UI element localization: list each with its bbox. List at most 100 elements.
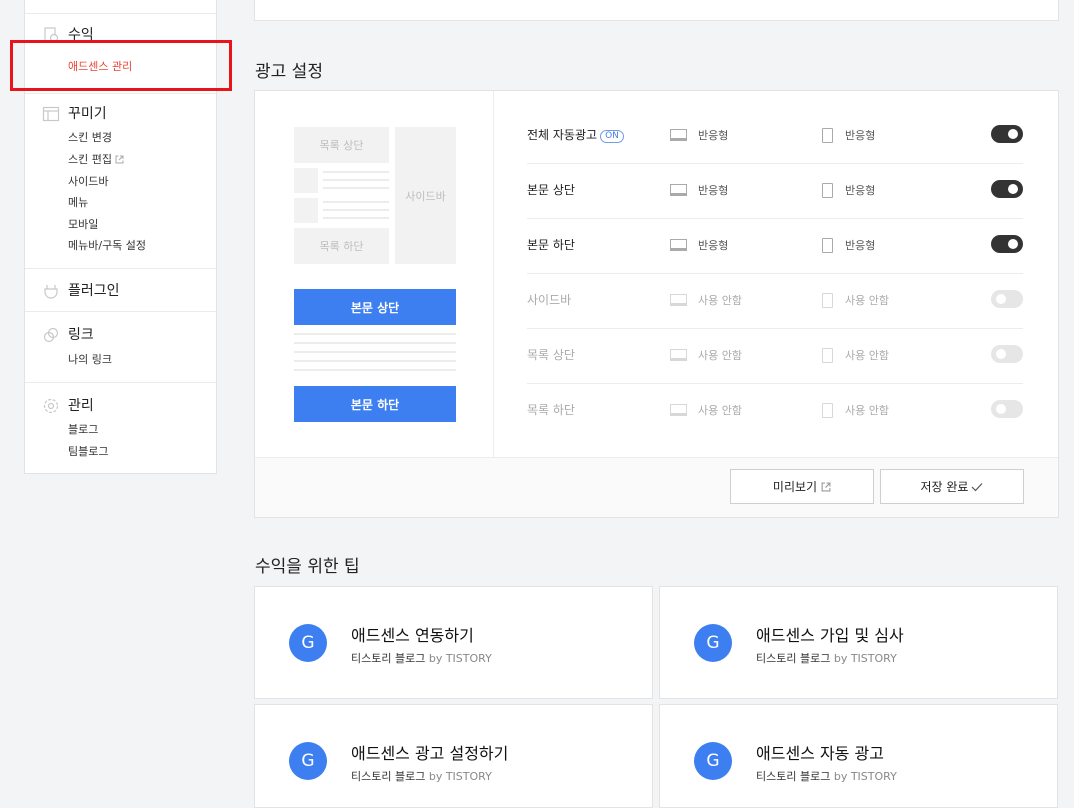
sidebar-section-decorate[interactable]: 꾸미기 [68,103,107,123]
tips-title: 수익을 위한 팁 [255,557,360,577]
sidebar-item-sidebar[interactable]: 사이드바 [68,173,108,189]
ad-row-label: 목록 상단 [527,348,575,362]
tip-card[interactable]: G 애드센스 연동하기 티스토리 블로그 by TISTORY [254,586,653,699]
save-button[interactable]: 저장 완료 [880,469,1024,504]
preview-line [323,171,389,173]
mobile-icon [822,237,833,253]
toggle-knob [1008,129,1018,139]
pc-setting[interactable]: 반응형 [670,163,728,217]
preview-line [294,342,456,344]
preview-thumbnail [294,168,318,193]
sidebar-section-manage[interactable]: 관리 [68,395,94,415]
mobile-icon [822,292,833,308]
link-icon [42,326,60,343]
pc-setting[interactable]: 반응형 [670,108,728,162]
sidebar-item-mobile[interactable]: 모바일 [68,216,98,232]
gear-icon [42,397,60,414]
ad-settings-title: 광고 설정 [255,62,323,82]
preview-sidebar: 사이드바 [395,127,456,264]
pc-setting[interactable]: 사용 안함 [670,383,742,437]
ad-row-sidebar: 사이드바 사용 안함 사용 안함 [527,273,1023,329]
tip-source: 티스토리 블로그 by TISTORY [756,770,897,783]
preview-list-bottom: 목록 하단 [294,228,389,264]
sidebar-item-label: 스킨 편집 [68,153,112,166]
toggle-knob [1008,184,1018,194]
check-icon [972,482,983,491]
sidebar-item-skin-change[interactable]: 스킨 변경 [68,129,112,145]
preview-line [294,369,456,371]
pc-setting[interactable]: 반응형 [670,218,728,272]
ad-row-body-top: 본문 상단 반응형 반응형 [527,163,1023,219]
revenue-icon [42,26,60,43]
preview-line [294,333,456,335]
sidebar-item-menubar-subscribe[interactable]: 메뉴바/구독 설정 [68,237,146,253]
preview-line [323,187,389,189]
monitor-icon [670,294,687,306]
preview-body-top: 본문 상단 [294,289,456,325]
preview-button[interactable]: 미리보기 [730,469,874,504]
ad-row-label: 본문 하단 [527,238,575,252]
monitor-icon [670,239,687,251]
sidebar-item-my-link[interactable]: 나의 링크 [68,351,112,367]
google-avatar: G [694,742,732,780]
sidebar-item-menu[interactable]: 메뉴 [68,194,88,210]
sidebar-item-blog[interactable]: 블로그 [68,421,98,437]
tip-card[interactable]: G 애드센스 자동 광고 티스토리 블로그 by TISTORY [659,704,1058,808]
sidebar-section-revenue[interactable]: 수익 [68,24,94,44]
mobile-icon [822,182,833,198]
tip-title: 애드센스 광고 설정하기 [351,744,509,763]
preview-body-bottom: 본문 하단 [294,386,456,422]
tip-source: 티스토리 블로그 by TISTORY [351,652,492,665]
sidebar-divider [25,382,216,383]
auto-ads-toggle[interactable] [991,125,1023,143]
mobile-setting[interactable]: 반응형 [822,218,875,272]
toggle-knob [1008,239,1018,249]
sidebar-divider [25,93,216,94]
plug-icon [42,282,60,299]
tip-card[interactable]: G 애드센스 광고 설정하기 티스토리 블로그 by TISTORY [254,704,653,808]
preview-line [323,209,389,211]
preview-line [294,351,456,353]
list-bottom-toggle[interactable] [991,400,1023,418]
sidebar-item-adsense-manage[interactable]: 애드센스 관리 [68,58,132,74]
body-top-toggle[interactable] [991,180,1023,198]
toggle-knob [996,404,1006,414]
tip-source: 티스토리 블로그 by TISTORY [351,770,492,783]
ad-layout-preview: 목록 상단 목록 하단 사이드바 본문 상단 본문 하단 [255,91,494,458]
tip-card[interactable]: G 애드센스 가입 및 심사 티스토리 블로그 by TISTORY [659,586,1058,699]
sidebar-divider [25,268,216,269]
mobile-setting[interactable]: 반응형 [822,108,875,162]
tip-title: 애드센스 자동 광고 [756,744,884,763]
sidebar-item-team-blog[interactable]: 팀블로그 [68,443,108,459]
list-top-toggle[interactable] [991,345,1023,363]
mobile-setting[interactable]: 반응형 [822,163,875,217]
sidebar-section-link[interactable]: 링크 [68,324,94,344]
sidebar-ads-toggle[interactable] [991,290,1023,308]
preview-thumbnail [294,198,318,223]
mobile-setting[interactable]: 사용 안함 [822,328,889,382]
mobile-setting[interactable]: 사용 안함 [822,383,889,437]
toggle-knob [996,349,1006,359]
tip-source: 티스토리 블로그 by TISTORY [756,652,897,665]
sidebar-divider [25,13,216,14]
pc-setting[interactable]: 사용 안함 [670,328,742,382]
body-bottom-toggle[interactable] [991,235,1023,253]
ad-row-body-bottom: 본문 하단 반응형 반응형 [527,218,1023,274]
ad-settings-footer: 미리보기 저장 완료 [255,457,1058,517]
tip-title: 애드센스 가입 및 심사 [756,626,904,645]
google-avatar: G [289,742,327,780]
monitor-icon [670,184,687,196]
sidebar-divider [25,311,216,312]
ad-row-label: 목록 하단 [527,403,575,417]
sidebar-item-skin-edit[interactable]: 스킨 편집 [68,151,124,167]
ad-row-label: 사이드바 [527,293,572,307]
pc-setting[interactable]: 사용 안함 [670,273,742,327]
sidebar-section-plugin[interactable]: 플러그인 [68,280,120,300]
mobile-setting[interactable]: 사용 안함 [822,273,889,327]
layout-icon [42,105,60,122]
previous-section-card [254,0,1059,21]
ad-row-label: 본문 상단 [527,183,575,197]
preview-line [294,360,456,362]
google-avatar: G [694,624,732,662]
external-link-icon [115,155,124,164]
